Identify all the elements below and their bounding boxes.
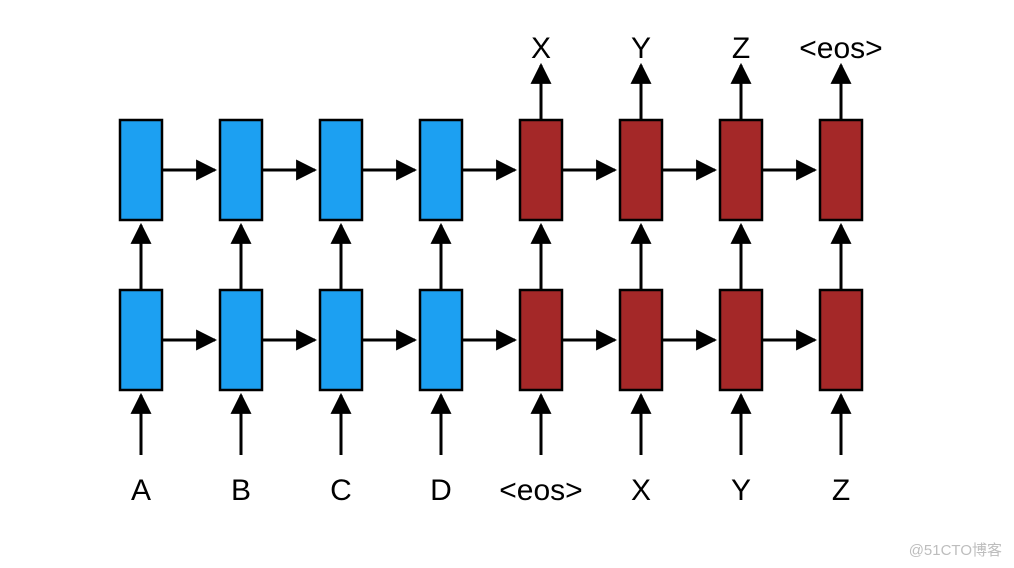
input-label: A xyxy=(131,474,151,507)
col-7: Z <eos> xyxy=(762,32,883,507)
encoder-cell-bottom xyxy=(420,290,462,390)
decoder-cell-top xyxy=(620,120,662,220)
output-label: X xyxy=(531,32,551,65)
seq2seq-diagram: A B C D <eo xyxy=(0,0,1014,568)
decoder-cell-bottom xyxy=(520,290,562,390)
col-1: B xyxy=(162,120,262,507)
encoder-cell-top xyxy=(120,120,162,220)
decoder-cell-bottom xyxy=(820,290,862,390)
encoder-cell-top xyxy=(220,120,262,220)
input-label: B xyxy=(231,474,251,507)
decoder-cell-bottom xyxy=(620,290,662,390)
decoder-cell-bottom xyxy=(720,290,762,390)
input-label: Y xyxy=(731,474,751,507)
output-label: Y xyxy=(631,32,651,65)
col-5: X Y xyxy=(562,32,662,507)
output-label: <eos> xyxy=(799,32,882,65)
input-label: C xyxy=(330,474,352,507)
input-label: <eos> xyxy=(499,474,582,507)
input-label: X xyxy=(631,474,651,507)
encoder-cell-bottom xyxy=(320,290,362,390)
col-6: Y Z xyxy=(662,32,762,507)
decoder-cell-top xyxy=(520,120,562,220)
col-2: C xyxy=(262,120,362,507)
decoder-cell-top xyxy=(820,120,862,220)
output-label: Z xyxy=(732,32,750,65)
input-label: Z xyxy=(832,474,850,507)
encoder-cell-top xyxy=(420,120,462,220)
decoder-cell-top xyxy=(720,120,762,220)
col-4: <eos> X xyxy=(462,32,583,507)
encoder-cell-bottom xyxy=(120,290,162,390)
encoder-cell-bottom xyxy=(220,290,262,390)
input-label: D xyxy=(430,474,452,507)
encoder-cell-top xyxy=(320,120,362,220)
col-3: D xyxy=(362,120,462,507)
col-0: A xyxy=(120,120,162,507)
